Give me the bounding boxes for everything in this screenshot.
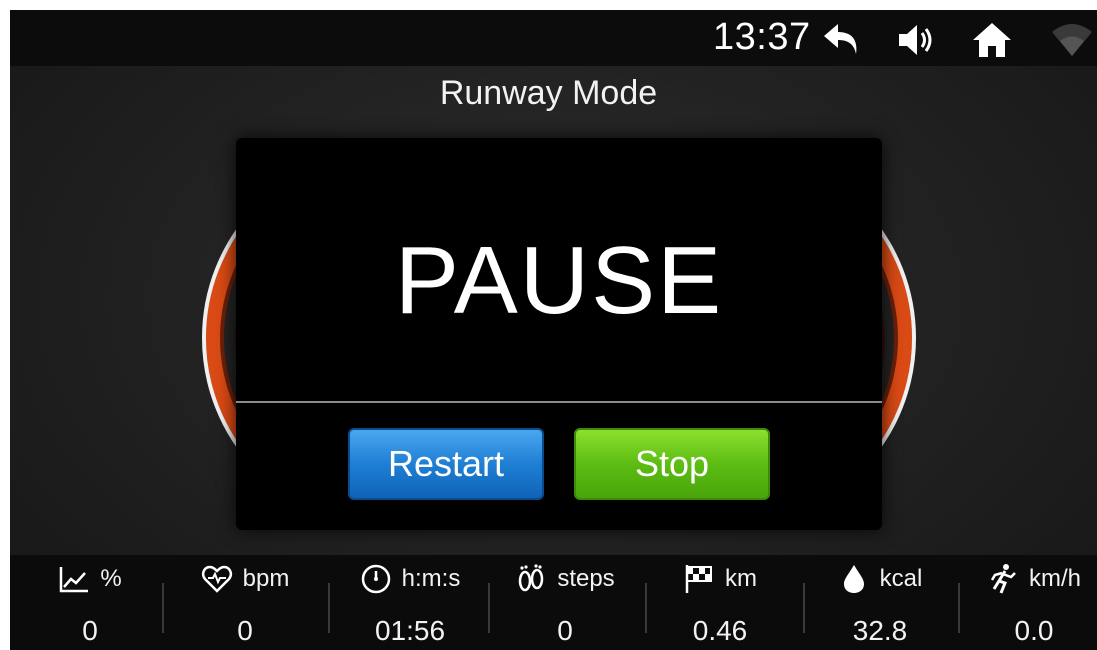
stat-heart-rate: bpm 0	[180, 555, 310, 650]
stat-value: 01:56	[374, 615, 446, 646]
calorie-drop-icon	[838, 563, 870, 595]
dialog-divider	[236, 401, 882, 403]
stat-value: 0.0	[1014, 615, 1054, 646]
stat-value: 0	[237, 615, 253, 646]
mode-title: Runway Mode	[439, 74, 658, 112]
stat-time: h:m:s 01:56	[340, 555, 480, 650]
stat-unit: km	[725, 565, 757, 592]
stat-value: 0	[557, 615, 573, 646]
runner-icon	[987, 563, 1019, 595]
stat-incline: % 0	[40, 555, 140, 650]
stat-divider	[803, 583, 805, 633]
stat-value: 32.8	[852, 615, 908, 646]
stopwatch-icon	[360, 563, 392, 595]
stat-divider	[488, 583, 490, 633]
stat-divider	[645, 583, 647, 633]
restart-button[interactable]: Restart	[348, 428, 544, 500]
treadmill-screen: 13:37 Runway Mode PAUSE Restart Stop % 0…	[10, 10, 1097, 650]
pause-dialog: PAUSE Restart Stop	[236, 138, 882, 530]
stat-unit: km/h	[1028, 565, 1081, 592]
stat-unit: kcal	[879, 565, 923, 592]
stat-divider	[958, 583, 960, 633]
volume-icon[interactable]	[895, 20, 939, 60]
stop-button[interactable]: Stop	[574, 428, 770, 500]
stat-value: 0	[82, 615, 98, 646]
pause-heading: PAUSE	[394, 227, 724, 334]
back-arrow-icon[interactable]	[820, 20, 864, 60]
footprints-icon	[515, 563, 547, 595]
incline-chart-icon	[58, 563, 90, 595]
wifi-icon	[1050, 20, 1094, 60]
stat-distance: km 0.46	[660, 555, 780, 650]
home-icon[interactable]	[970, 20, 1014, 60]
status-clock: 13:37	[713, 16, 811, 58]
stat-calories: kcal 32.8	[820, 555, 940, 650]
stat-unit: steps	[557, 565, 615, 592]
checkered-flag-icon	[683, 563, 715, 595]
heart-rate-icon	[201, 563, 233, 595]
stat-unit: bpm	[242, 565, 290, 592]
status-bar: 13:37	[10, 10, 1097, 66]
stat-steps: steps 0	[495, 555, 635, 650]
stat-divider	[328, 583, 330, 633]
stat-value: 0.46	[692, 615, 748, 646]
stat-unit: h:m:s	[401, 565, 461, 592]
stats-bar: % 0 bpm 0 h:m:s 01:56 steps 0 km 0.46 kc…	[10, 555, 1097, 650]
stat-unit: %	[100, 565, 122, 592]
stat-speed: km/h 0.0	[968, 555, 1097, 650]
stat-divider	[162, 583, 164, 633]
